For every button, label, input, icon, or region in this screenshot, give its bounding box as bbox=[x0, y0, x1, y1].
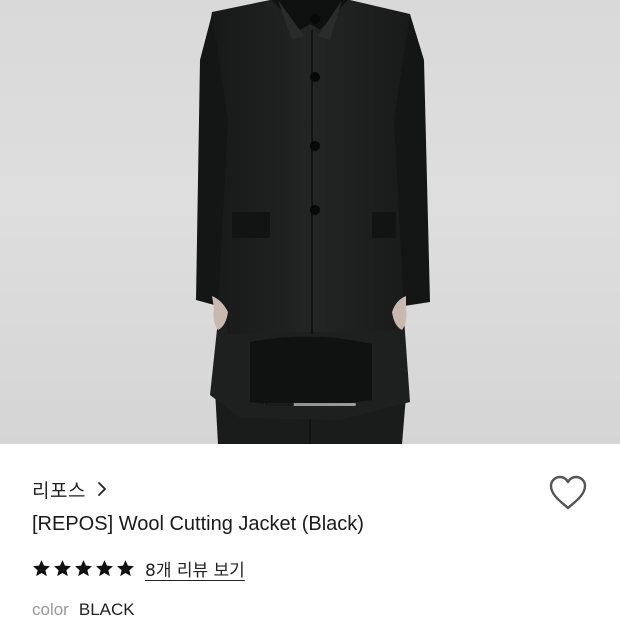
star-icon bbox=[117, 559, 134, 576]
chevron-right-icon bbox=[98, 482, 106, 496]
rating-row: 8개 리뷰 보기 bbox=[32, 556, 245, 581]
jacket-photo bbox=[196, 0, 430, 444]
star-rating bbox=[32, 559, 135, 578]
product-detail-page: 리포스 [REPOS] Wool Cutting Jacket (Black) … bbox=[0, 0, 620, 620]
color-label: color bbox=[32, 600, 69, 619]
gallery-indicator bbox=[264, 403, 356, 406]
color-value: BLACK bbox=[78, 600, 135, 619]
brand-link[interactable]: 리포스 bbox=[32, 476, 110, 502]
gallery-indicator-current bbox=[264, 403, 295, 406]
product-title: [REPOS] Wool Cutting Jacket (Black) bbox=[32, 513, 364, 535]
view-reviews-link[interactable]: 8개 리뷰 보기 bbox=[145, 556, 245, 581]
star-icon bbox=[33, 559, 50, 576]
heart-outline-icon[interactable] bbox=[548, 474, 588, 512]
star-icon bbox=[96, 559, 113, 576]
brand-name: 리포스 bbox=[32, 479, 86, 502]
product-image[interactable] bbox=[0, 0, 620, 444]
star-icon bbox=[75, 559, 92, 576]
star-icon bbox=[54, 559, 71, 576]
color-option: color BLACK bbox=[32, 600, 135, 620]
